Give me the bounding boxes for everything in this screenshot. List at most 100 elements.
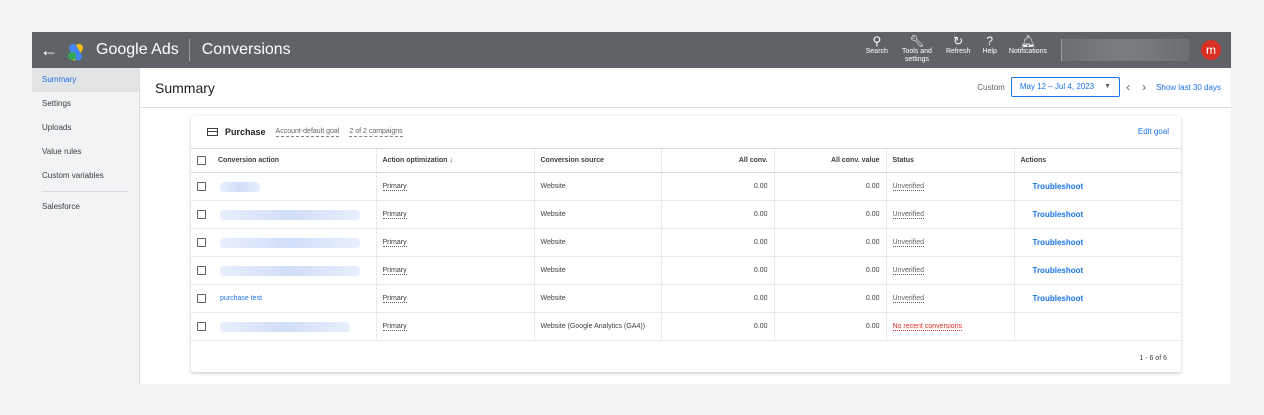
status-value[interactable]: Unverified [892, 295, 925, 303]
table-row[interactable]: Primary Website 0.00 0.00 Unverified Tro… [191, 228, 1181, 257]
status-value[interactable]: No recent conversions [892, 323, 963, 331]
status-value[interactable]: Unverified [892, 183, 925, 191]
conv-value-total: 0.00 [773, 256, 886, 285]
show-last-30-days-link[interactable]: Show last 30 days [1156, 83, 1221, 92]
redacted-name [220, 321, 350, 332]
help-button[interactable]: ? Help [982, 32, 996, 56]
col-all-conv-value[interactable]: All conv. value [773, 148, 886, 173]
main-content: Summary Custom May 12 – Jul 4, 2023 ▼ ‹ … [141, 68, 1231, 384]
select-all-checkbox[interactable] [197, 156, 206, 165]
source-value: Website [533, 284, 661, 313]
conv-value: 0.00 [660, 200, 774, 229]
optimization-value[interactable]: Primary [382, 295, 407, 303]
col-label: Action optimization [382, 157, 448, 164]
troubleshoot-link[interactable]: Troubleshoot [1021, 182, 1084, 191]
sidebar-item-uploads[interactable]: Uploads [32, 116, 139, 140]
redacted-name [220, 181, 260, 192]
optimization-value[interactable]: Primary [382, 267, 407, 275]
date-controls: Custom May 12 – Jul 4, 2023 ▼ ‹ › Show l… [977, 77, 1221, 97]
col-label: Conversion action [217, 157, 280, 165]
sidebar-item-settings[interactable]: Settings [32, 92, 139, 116]
goal-campaigns[interactable]: 2 of 2 campaigns [349, 127, 403, 137]
brand-name: Google Ads [96, 41, 179, 58]
conv-value-total: 0.00 [773, 200, 886, 229]
troubleshoot-link[interactable]: Troubleshoot [1021, 238, 1084, 247]
search-button[interactable]: ⚲ Search [866, 32, 888, 56]
source-value: Website [533, 200, 661, 229]
conversion-name-link[interactable]: purchase test [220, 295, 262, 302]
arrow-down-icon: ↓ [449, 157, 453, 164]
optimization-value[interactable]: Primary [382, 183, 407, 191]
conv-value-total: 0.00 [773, 312, 886, 341]
col-conversion-source[interactable]: Conversion source [533, 148, 661, 173]
table-row[interactable]: purchase test Primary Website 0.00 0.00 … [191, 284, 1181, 313]
sidebar-item-custom-variables[interactable]: Custom variables [32, 164, 139, 188]
notifications-label: Notifications [1008, 48, 1047, 55]
app-window: ← Google Ads Conversions ⚲ Search 🔧︎ Too… [32, 32, 1231, 384]
status-value[interactable]: Unverified [892, 211, 925, 219]
col-actions: Actions [1013, 148, 1181, 173]
optimization-value[interactable]: Primary [382, 239, 407, 247]
refresh-button[interactable]: ↻ Refresh [946, 32, 971, 56]
col-action-optimization[interactable]: Action optimization ↓ [375, 148, 534, 173]
search-icon: ⚲ [872, 34, 882, 48]
actions-cell [1013, 312, 1181, 341]
conv-value: 0.00 [660, 228, 774, 257]
table-row[interactable]: Primary Website 0.00 0.00 Unverified Tro… [191, 200, 1181, 229]
col-label: Conversion source [540, 157, 604, 164]
chevron-right-icon[interactable]: › [1142, 80, 1146, 94]
status-value[interactable]: Unverified [892, 267, 925, 275]
back-arrow-icon[interactable]: ← [32, 40, 66, 61]
row-checkbox[interactable] [197, 238, 206, 247]
tools-settings-button[interactable]: 🔧︎ Tools and settings [900, 32, 934, 64]
date-range-picker[interactable]: May 12 – Jul 4, 2023 ▼ [1010, 77, 1121, 97]
source-value: Website [533, 256, 661, 285]
optimization-value[interactable]: Primary [382, 323, 407, 331]
pagination-info: 1 - 6 of 6 [1139, 355, 1167, 362]
card-payment-icon [207, 128, 218, 136]
refresh-icon: ↻ [953, 34, 964, 48]
row-checkbox[interactable] [197, 210, 206, 219]
notifications-button[interactable]: 🔔︎ Notifications [1009, 32, 1047, 56]
refresh-label: Refresh [945, 48, 971, 55]
row-checkbox[interactable] [197, 294, 206, 303]
sidebar: Summary Settings Uploads Value rules Cus… [32, 68, 140, 384]
help-icon: ? [986, 34, 993, 48]
table-row[interactable]: Primary Website (Google Analytics (GA4))… [191, 312, 1181, 341]
redacted-name [220, 237, 360, 248]
search-label: Search [865, 48, 888, 55]
edit-goal-link[interactable]: Edit goal [1138, 127, 1169, 136]
redacted-name [220, 265, 360, 276]
table-header-row: Conversion action Action optimization ↓ … [191, 148, 1181, 173]
tools-label: Tools and settings [901, 48, 932, 63]
google-ads-logo [66, 40, 90, 62]
col-label: Status [892, 157, 914, 164]
sidebar-item-summary[interactable]: Summary [32, 68, 139, 92]
row-checkbox[interactable] [197, 266, 206, 275]
col-status[interactable]: Status [885, 148, 1014, 173]
troubleshoot-link[interactable]: Troubleshoot [1021, 210, 1084, 219]
table-row[interactable]: Primary Website 0.00 0.00 Unverified Tro… [191, 172, 1181, 201]
troubleshoot-link[interactable]: Troubleshoot [1021, 266, 1084, 275]
sidebar-item-salesforce[interactable]: Salesforce [32, 195, 139, 219]
table-row[interactable]: Primary Website 0.00 0.00 Unverified Tro… [191, 256, 1181, 285]
col-conversion-action[interactable]: Conversion action [191, 148, 376, 173]
account-info[interactable] [1061, 39, 1189, 61]
source-value: Website [533, 172, 661, 201]
row-checkbox[interactable] [197, 322, 206, 331]
goal-title: Purchase [225, 127, 266, 137]
source-value: Website [533, 228, 661, 257]
avatar[interactable]: m [1201, 40, 1221, 60]
goal-type[interactable]: Account-default goal [275, 127, 340, 137]
troubleshoot-link[interactable]: Troubleshoot [1021, 294, 1084, 303]
chevron-left-icon[interactable]: ‹ [1126, 80, 1130, 94]
row-checkbox[interactable] [197, 182, 206, 191]
card-header: Purchase Account-default goal 2 of 2 cam… [191, 116, 1181, 148]
col-all-conv[interactable]: All conv. [660, 148, 774, 173]
sidebar-item-value-rules[interactable]: Value rules [32, 140, 139, 164]
conv-value-total: 0.00 [773, 228, 886, 257]
status-value[interactable]: Unverified [892, 239, 925, 247]
sidebar-divider [42, 191, 129, 192]
optimization-value[interactable]: Primary [382, 211, 407, 219]
col-label: Actions [1020, 157, 1047, 164]
